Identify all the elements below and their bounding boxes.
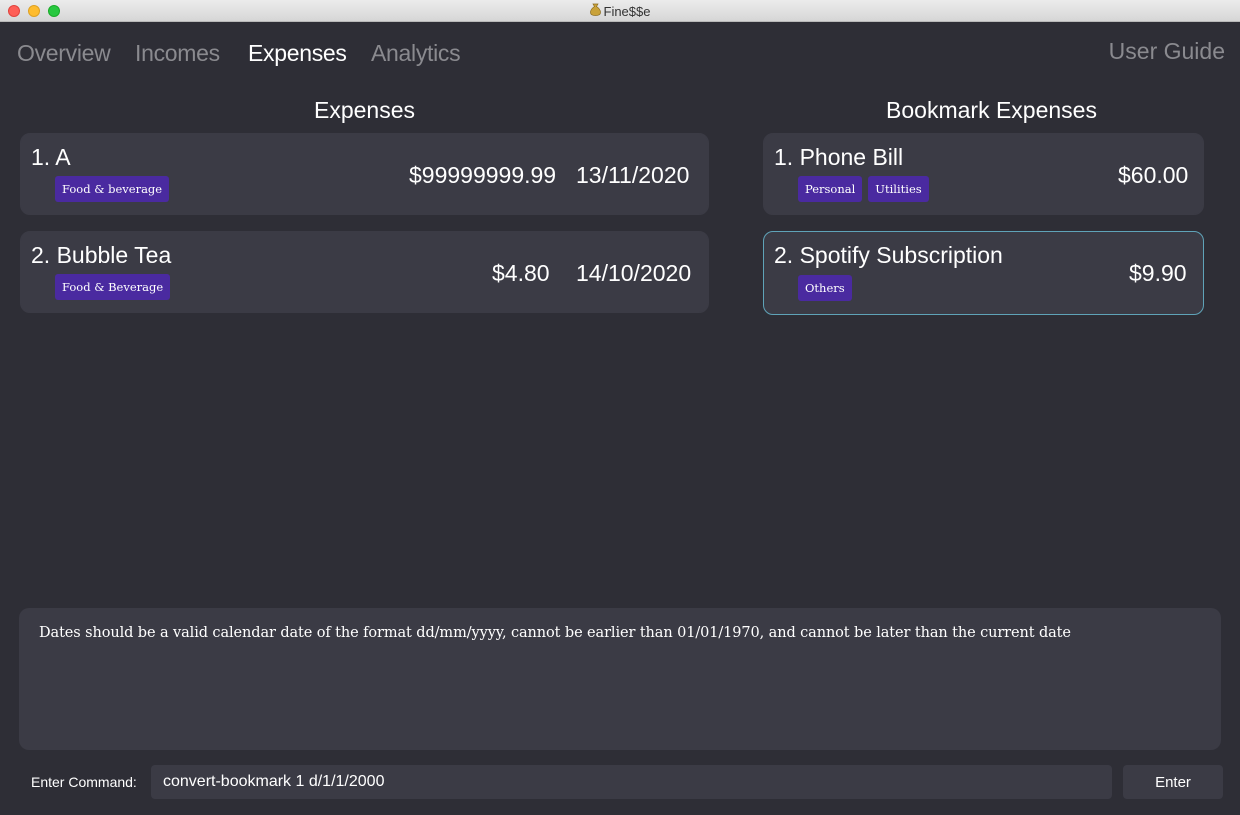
bookmark-expenses-title: Bookmark Expenses bbox=[886, 97, 1097, 123]
result-display: Dates should be a valid calendar date of… bbox=[19, 608, 1221, 750]
enter-button[interactable]: Enter bbox=[1123, 765, 1223, 799]
expense-amount: $4.80 bbox=[492, 260, 550, 286]
bookmark-expense-tags: Others bbox=[798, 275, 852, 301]
window-title: Fine$$e bbox=[603, 4, 651, 19]
bookmark-expense-amount: $60.00 bbox=[1118, 162, 1189, 188]
user-guide-link[interactable]: User Guide bbox=[1109, 38, 1225, 65]
bookmark-expense-card[interactable]: 2. Spotify Subscription Others $9.90 bbox=[763, 231, 1204, 315]
category-tag: Utilities bbox=[868, 176, 929, 202]
tab-analytics[interactable]: Analytics bbox=[371, 40, 461, 67]
category-tag: Personal bbox=[798, 176, 863, 202]
tab-incomes[interactable]: Incomes bbox=[135, 40, 220, 67]
bookmark-expense-card[interactable]: 1. Phone Bill Personal Utilities $60.00 bbox=[763, 133, 1204, 215]
expense-date: 14/10/2020 bbox=[576, 260, 692, 286]
expense-card[interactable]: 1. A Food & beverage $99999999.99 13/11/… bbox=[20, 133, 709, 215]
bookmark-expense-title: 1. Phone Bill bbox=[774, 144, 904, 170]
category-tag: Others bbox=[798, 275, 852, 301]
window-title-wrap: Fine$$e bbox=[0, 3, 1240, 19]
expense-title: 1. A bbox=[31, 144, 71, 170]
expense-tags: Food & beverage bbox=[55, 176, 170, 202]
bookmark-expense-tags: Personal Utilities bbox=[798, 176, 929, 202]
money-bag-icon bbox=[589, 3, 601, 19]
tab-overview[interactable]: Overview bbox=[17, 40, 111, 67]
category-tag: Food & Beverage bbox=[55, 274, 171, 300]
expense-date: 13/11/2020 bbox=[576, 162, 690, 188]
title-bar: Fine$$e bbox=[0, 0, 1240, 22]
result-message: Dates should be a valid calendar date of… bbox=[39, 625, 1071, 641]
command-label: Enter Command: bbox=[31, 774, 137, 790]
app-window: Fine$$e Overview Incomes Expenses Analyt… bbox=[0, 0, 1240, 815]
expense-title: 2. Bubble Tea bbox=[31, 242, 172, 268]
expenses-title: Expenses bbox=[313, 97, 415, 123]
bookmark-expense-amount: $9.90 bbox=[1129, 260, 1187, 286]
expense-card[interactable]: 2. Bubble Tea Food & Beverage $4.80 14/1… bbox=[20, 231, 709, 313]
category-tag: Food & beverage bbox=[55, 176, 170, 202]
bookmark-expense-title: 2. Spotify Subscription bbox=[774, 242, 1003, 268]
tab-expenses[interactable]: Expenses bbox=[248, 40, 347, 67]
command-input[interactable] bbox=[151, 765, 1112, 799]
expense-tags: Food & Beverage bbox=[55, 274, 171, 300]
expense-amount: $99999999.99 bbox=[409, 162, 557, 188]
